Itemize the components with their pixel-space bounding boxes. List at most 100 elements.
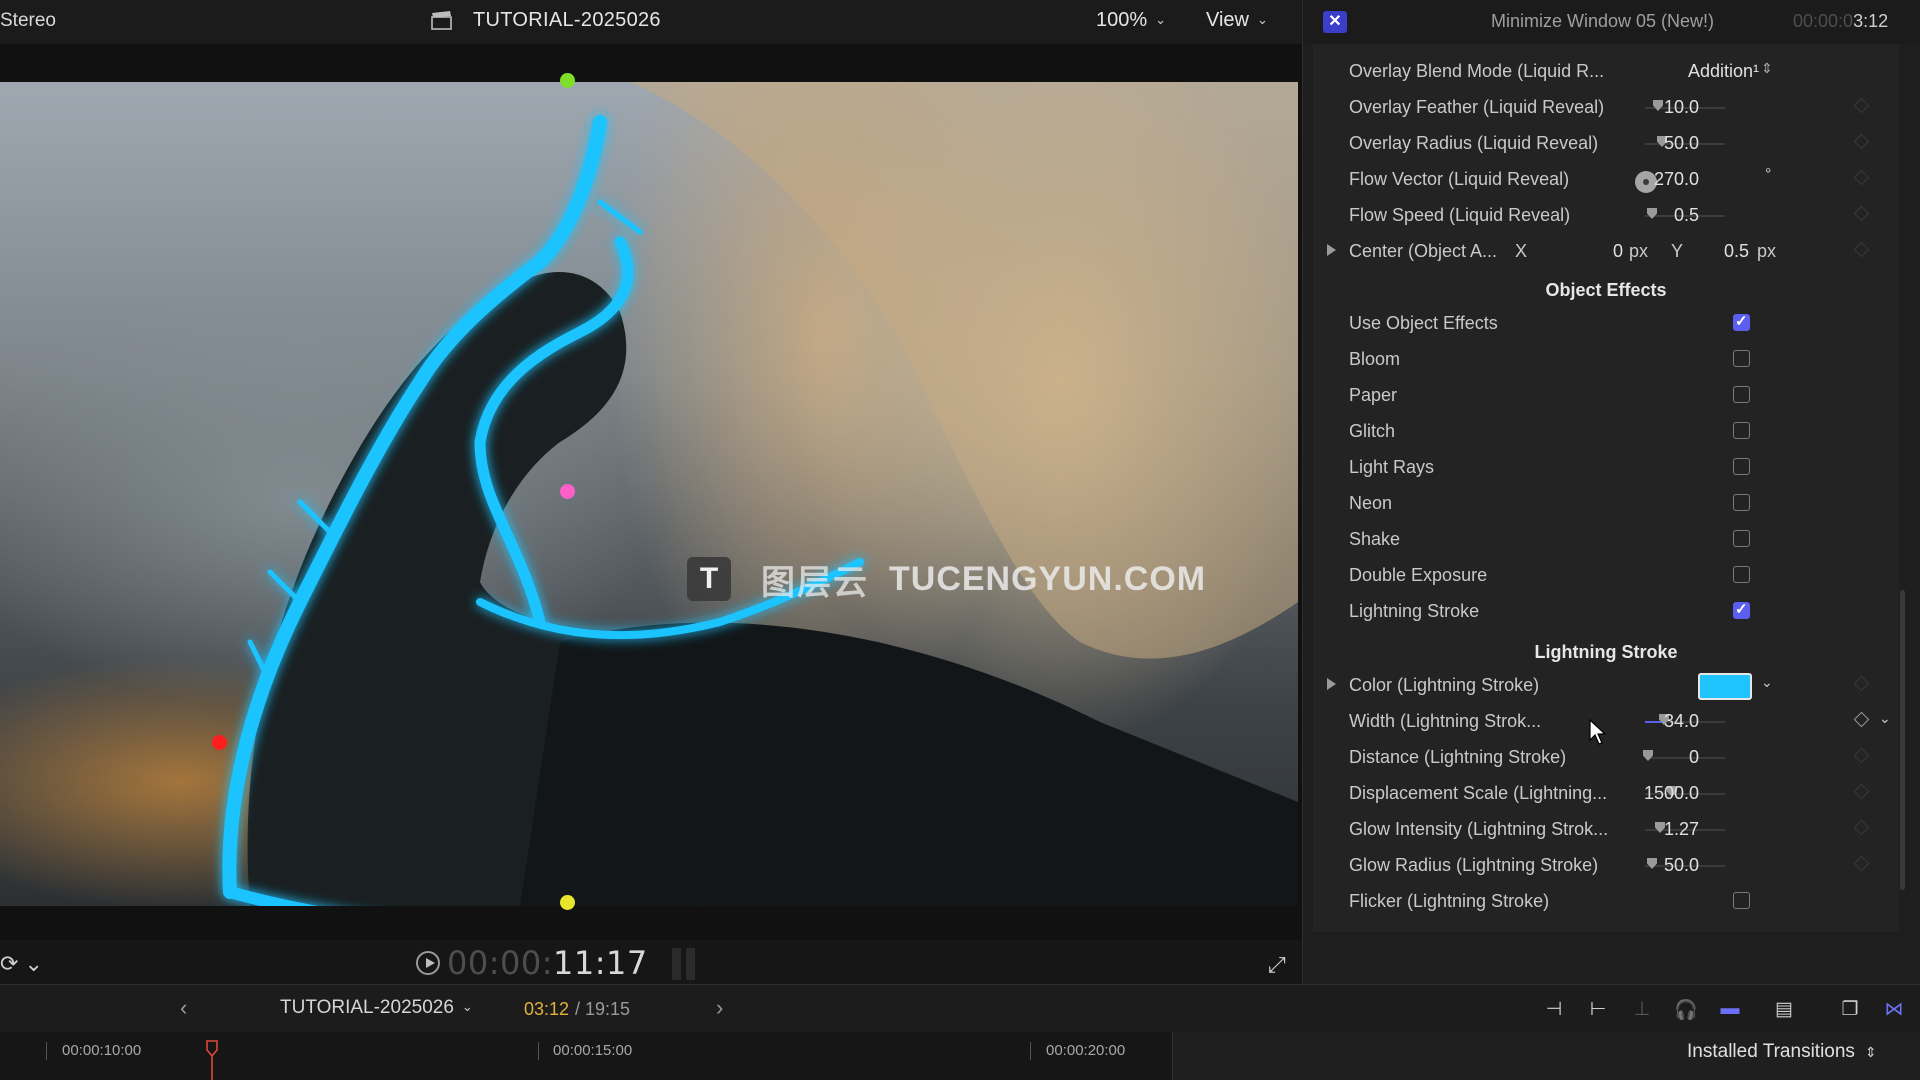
color-swatch[interactable] [1698,673,1752,700]
transitions-category-popup[interactable]: Installed Transitions ⇕ [1687,1041,1877,1063]
timecode-display[interactable]: 00:00:11:17 [447,944,648,982]
param-label: Color (Lightning Stroke) [1349,675,1540,695]
y-value[interactable]: 0.5 [1689,241,1749,262]
checkbox-row-shake: Shake [1313,522,1899,558]
clip-appearance-icon[interactable]: ▤ [1770,998,1798,1022]
param-value[interactable]: 0 [1579,747,1699,768]
video-frame [0,82,1298,906]
checkbox[interactable] [1733,566,1750,583]
next-clip-arrow-icon[interactable]: › [716,995,723,1021]
keyframe-icon[interactable] [1853,675,1870,692]
effect-logo-icon: ✕ [1323,11,1347,33]
skimming-icon[interactable]: ▬ [1716,998,1744,1022]
zoom-value: 100% [1096,9,1148,31]
keyframe-icon[interactable] [1853,241,1870,258]
checkbox[interactable] [1733,600,1750,619]
project-title: TUTORIAL-2025026 [473,9,661,31]
checkbox-row-bloom: Bloom [1313,342,1899,378]
keyframe-icon[interactable] [1853,169,1870,186]
param-value[interactable]: 0.5 [1579,205,1699,226]
checkbox[interactable] [1733,458,1750,475]
param-value[interactable]: 1500.0 [1579,783,1699,804]
checkbox[interactable] [1733,494,1750,511]
control-point-top[interactable] [560,73,575,88]
param-value[interactable]: 270.0 [1579,169,1699,190]
param-overlay-feather: Overlay Feather (Liquid Reveal) 10.0 [1313,90,1899,126]
checkbox[interactable] [1733,312,1750,331]
disclosure-triangle-icon[interactable] [1327,678,1336,690]
section-title-object-effects: Object Effects [1545,280,1667,300]
timeline-project-dropdown[interactable]: TUTORIAL-2025026 ⌄ [280,997,473,1019]
ruler-label: 00:00:15:00 [553,1042,633,1059]
zoom-dropdown[interactable]: 100% ⌄ [1096,9,1166,32]
ruler-label: 00:00:20:00 [1046,1042,1126,1059]
inspector-duration: 00:00:03:12 [1793,11,1888,32]
param-value[interactable]: 10.0 [1579,97,1699,118]
transitions-browser-icon[interactable]: ⋈ [1880,998,1908,1022]
checkbox[interactable] [1733,386,1750,403]
keyframe-icon[interactable] [1853,747,1870,764]
watermark-logo: T [687,557,731,601]
keyframe-icon[interactable] [1853,855,1870,872]
chevron-down-icon[interactable]: ⌄ [1761,674,1773,691]
checkbox-row-flicker: Flicker (Lightning Stroke) [1313,884,1899,920]
param-overlay-radius: Overlay Radius (Liquid Reveal) 50.0 [1313,126,1899,162]
stepper-icon[interactable]: ⇕ [1761,60,1773,77]
checkbox-row-lightning-stroke: Lightning Stroke [1313,594,1899,630]
duration-bright: 3:12 [1853,11,1889,31]
param-value[interactable]: 50.0 [1579,133,1699,154]
checkbox-row-neon: Neon [1313,486,1899,522]
timecode-dim: 00:00: [447,944,553,982]
view-dropdown[interactable]: View ⌄ [1206,9,1268,32]
checkbox[interactable] [1733,530,1750,547]
chevron-down-icon[interactable]: ⌄ [1879,710,1891,727]
checkbox[interactable] [1733,892,1750,909]
window-icon[interactable]: ❐ [1836,998,1864,1022]
param-label: Width (Lightning Strok... [1349,711,1542,731]
param-center: Center (Object A... X 0 px Y 0.5 px [1313,234,1899,270]
fullscreen-icon[interactable]: ⤢ [1268,952,1286,978]
x-value[interactable]: 0 [1563,241,1623,262]
keyframe-icon[interactable] [1853,97,1870,114]
transitions-label: Installed Transitions [1687,1041,1855,1062]
keyframe-icon[interactable] [1853,205,1870,222]
param-lightning-glow-radius: Glow Radius (Lightning Stroke) 50.0 [1313,848,1899,884]
viewer-toolbar: Stereo TUTORIAL-2025026 100% ⌄ View ⌄ [0,0,1302,45]
headphones-icon[interactable]: 🎧 [1672,998,1700,1022]
timeline-total-duration: / 19:15 [575,999,631,1019]
inspector-scrollbar[interactable] [1900,590,1905,890]
keyframe-icon[interactable] [1853,711,1870,728]
previous-clip-arrow-icon[interactable]: ‹ [180,995,187,1021]
keyframe-icon[interactable] [1853,783,1870,800]
param-value[interactable]: 50.0 [1579,855,1699,876]
checkbox-label: Paper [1349,385,1398,405]
audio-meter-icon [672,948,695,980]
duration-dim: 00:00:0 [1793,11,1854,31]
play-button[interactable] [416,951,440,975]
chevron-down-icon: ⌄ [1155,12,1167,27]
param-label: Overlay Blend Mode (Liquid R... [1349,61,1605,81]
param-value[interactable]: 1.27 [1579,819,1699,840]
param-label: Distance (Lightning Stroke) [1349,747,1567,767]
keyframe-icon[interactable] [1853,819,1870,836]
control-point-left[interactable] [212,735,227,750]
audio-mode-label[interactable]: Stereo [0,10,56,32]
keyframe-icon[interactable] [1853,133,1870,150]
blend-mode-popup[interactable]: Addition¹ [1639,61,1759,82]
trim-tool-icon[interactable]: ⊥ [1628,998,1656,1022]
disclosure-triangle-icon[interactable] [1327,244,1336,256]
append-clip-icon[interactable]: ⊣ [1540,998,1568,1022]
checkbox[interactable] [1733,422,1750,439]
playhead[interactable] [206,1040,218,1080]
param-label: Overlay Feather (Liquid Reveal) [1349,97,1605,117]
viewer-controls: ⟳ ⌄ [0,940,1302,984]
control-point-center[interactable] [560,484,575,499]
blade-tool-icon[interactable]: ⊢ [1584,998,1612,1022]
control-point-bottom[interactable] [560,895,575,910]
viewer-canvas[interactable]: T 图层云 TUCENGYUN.COM [0,44,1302,940]
video-content [222,82,1298,906]
param-flow-speed: Flow Speed (Liquid Reveal) 0.5 [1313,198,1899,234]
checkbox[interactable] [1733,350,1750,367]
retime-icon[interactable]: ⟳ ⌄ [0,951,43,977]
watermark-text: TUCENGYUN.COM [889,559,1207,598]
